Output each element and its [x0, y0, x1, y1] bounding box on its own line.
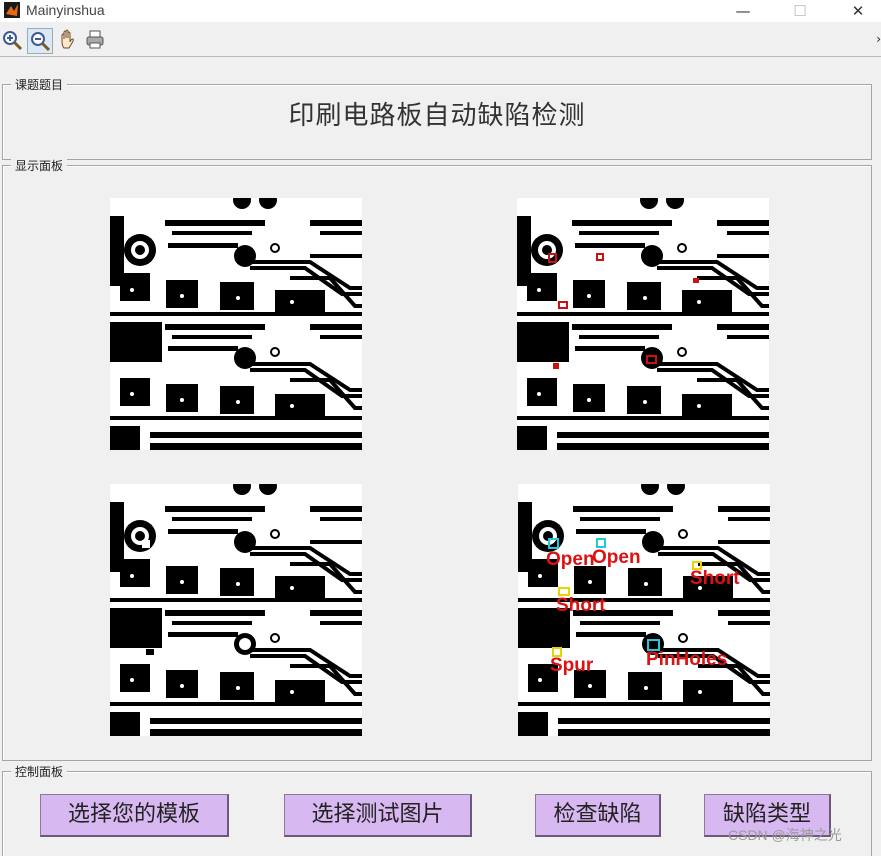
hand-icon[interactable]: [56, 28, 80, 52]
printer-icon[interactable]: [84, 28, 108, 52]
defect-marker: [553, 363, 559, 369]
zoom-out-icon[interactable]: [27, 28, 53, 54]
defect-label-open: Open: [546, 549, 595, 570]
window-title: Mainyinshua: [26, 2, 105, 18]
defect-map-image: [517, 198, 769, 450]
classified-defects-image: Open Open Short Short Spur PinHoles: [518, 484, 770, 736]
title-panel-legend: 课题题目: [11, 76, 68, 93]
minimize-button[interactable]: —: [720, 0, 766, 22]
title-panel: 课题题目 印刷电路板自动缺陷检测: [2, 76, 872, 160]
matlab-logo-icon: [4, 2, 20, 18]
watermark: CSDN @海神之光: [728, 827, 842, 843]
title-bar: Mainyinshua — ☐ ✕: [0, 0, 881, 22]
display-panel-legend: 显示面板: [11, 157, 68, 174]
select-template-button[interactable]: 选择您的模板: [40, 794, 229, 837]
detect-defects-button[interactable]: 检查缺陷: [535, 794, 661, 837]
template-image: [110, 198, 362, 450]
test-image: [110, 484, 362, 736]
toolbar-overflow-icon[interactable]: ›: [876, 32, 881, 46]
defect-label-pinholes: PinHoles: [646, 649, 727, 670]
defect-label-open: Open: [592, 547, 641, 568]
close-button[interactable]: ✕: [835, 0, 881, 22]
control-panel-legend: 控制面板: [11, 763, 68, 780]
defect-label-short: Short: [690, 568, 740, 589]
defect-label-spur: Spur: [550, 655, 594, 676]
defect-marker: [693, 278, 699, 283]
select-test-image-button[interactable]: 选择测试图片: [284, 794, 472, 837]
page-title: 印刷电路板自动缺陷检测: [288, 101, 586, 131]
defect-label-short: Short: [556, 595, 606, 616]
zoom-in-icon[interactable]: [0, 28, 24, 52]
maximize-button[interactable]: ☐: [777, 0, 823, 22]
toolbar: ›: [0, 26, 881, 57]
